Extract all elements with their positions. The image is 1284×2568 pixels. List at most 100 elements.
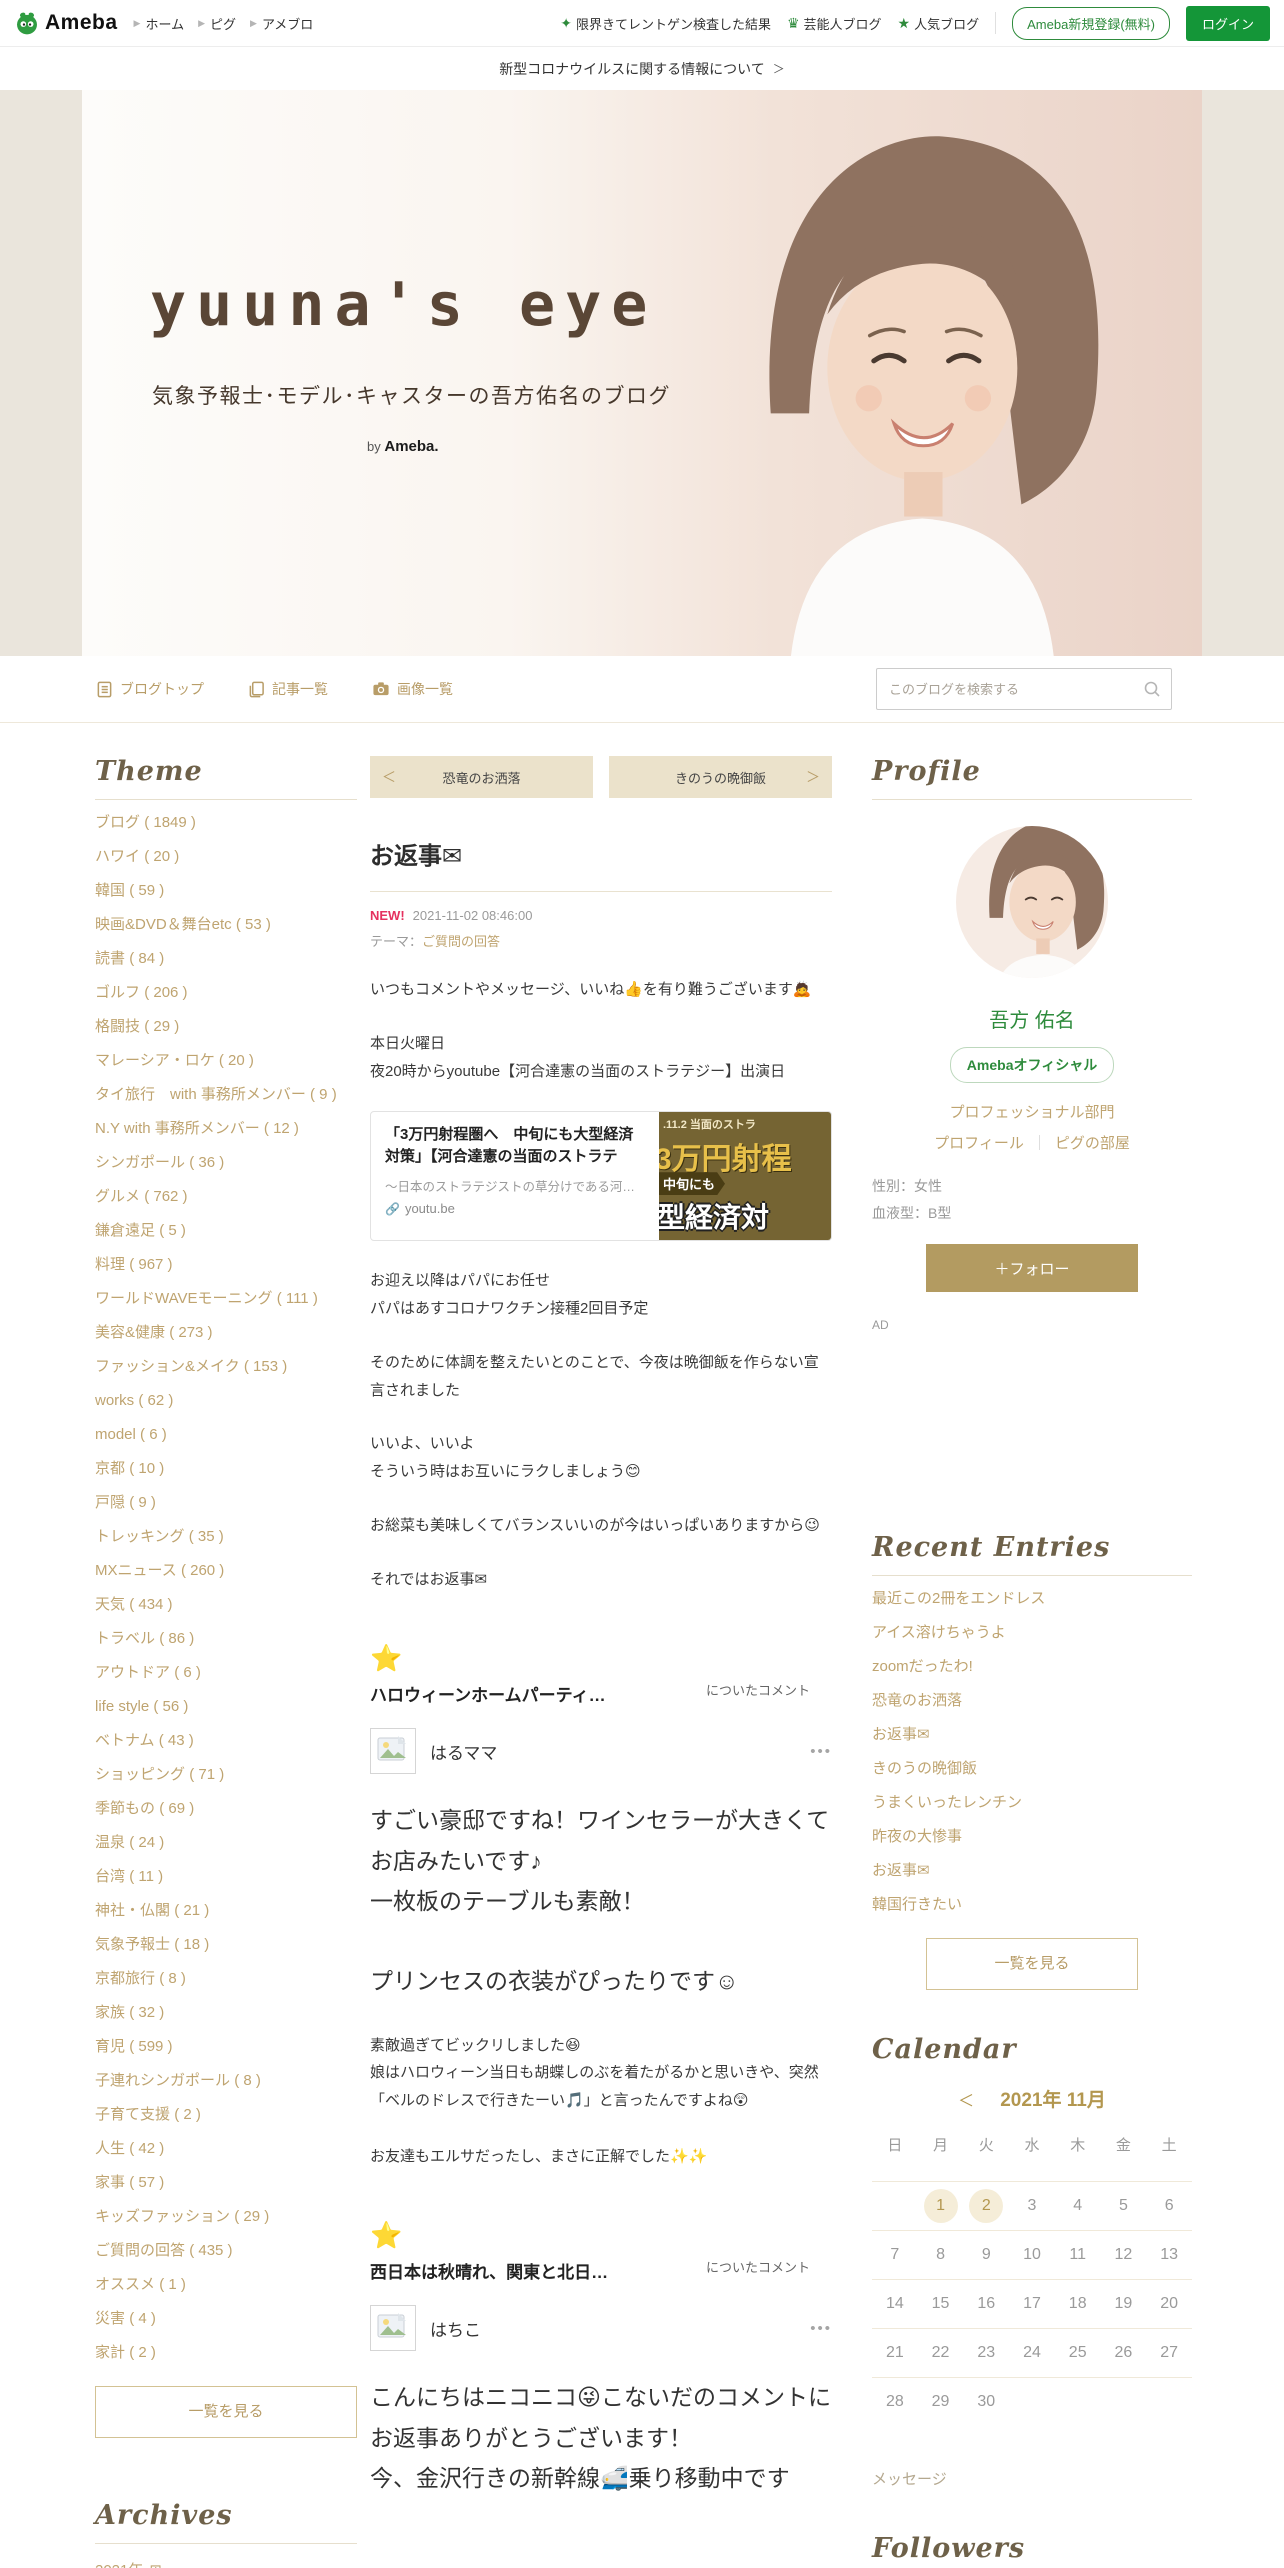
theme-link[interactable]: life style ( 56 ): [95, 1696, 357, 1718]
recent-entry-link[interactable]: 恐竜のお洒落: [872, 1690, 1192, 1712]
calendar-day[interactable]: 6: [1146, 2181, 1192, 2230]
recent-more-button[interactable]: 一覧を見る: [926, 1938, 1138, 1991]
theme-link[interactable]: N.Y with 事務所メンバー ( 12 ): [95, 1118, 357, 1140]
calendar-day[interactable]: 26: [1100, 2328, 1147, 2377]
calendar-day[interactable]: 20: [1146, 2279, 1192, 2328]
nav-image-list[interactable]: 画像一覧: [372, 679, 453, 699]
theme-link[interactable]: 家計 ( 2 ): [95, 2342, 357, 2364]
calendar-day[interactable]: 8: [917, 2230, 964, 2279]
theme-link[interactable]: ブログ ( 1849 ): [95, 812, 357, 834]
calendar-day[interactable]: [1146, 2377, 1192, 2426]
theme-link[interactable]: 鎌倉遠足 ( 5 ): [95, 1220, 357, 1242]
commented-post-link[interactable]: 西日本は秋晴れ、関東と北日…: [370, 2258, 608, 2283]
breadcrumb-item[interactable]: ▶ ホーム: [134, 14, 185, 33]
theme-link[interactable]: 家事 ( 57 ): [95, 2172, 357, 2194]
recent-entry-link[interactable]: 昨夜の大惨事: [872, 1826, 1192, 1848]
theme-link[interactable]: ハワイ ( 20 ): [95, 846, 357, 868]
theme-link[interactable]: オススメ ( 1 ): [95, 2274, 357, 2296]
calendar-day[interactable]: 27: [1146, 2328, 1192, 2377]
nav-article-list[interactable]: 記事一覧: [248, 679, 328, 699]
header-link[interactable]: ★ 人気ブログ: [898, 14, 980, 33]
commenter-avatar[interactable]: [370, 1728, 416, 1775]
profile-avatar[interactable]: [956, 826, 1108, 978]
theme-link[interactable]: 台湾 ( 11 ): [95, 1866, 357, 1888]
breadcrumb-item[interactable]: ▶ アメブロ: [250, 14, 313, 33]
calendar-day[interactable]: 14: [872, 2279, 918, 2328]
theme-link[interactable]: 季節もの ( 69 ): [95, 1798, 357, 1820]
calendar-day[interactable]: 5: [1100, 2181, 1147, 2230]
next-entry-button[interactable]: きのうの晩御飯 ＞: [609, 756, 832, 798]
commenter-name[interactable]: はちこ: [430, 2316, 481, 2341]
calendar-day[interactable]: 19: [1100, 2279, 1147, 2328]
calendar-day[interactable]: [1009, 2377, 1055, 2426]
theme-link[interactable]: 育児 ( 599 ): [95, 2036, 357, 2058]
calendar-day[interactable]: 11: [1054, 2230, 1101, 2279]
calendar-day[interactable]: 9: [963, 2230, 1010, 2279]
pigg-room-link[interactable]: ピグの部屋: [1055, 1135, 1130, 1152]
calendar-day[interactable]: 2: [963, 2181, 1010, 2230]
calendar-day[interactable]: [1100, 2377, 1147, 2426]
calendar-day[interactable]: 1: [917, 2181, 964, 2230]
search-icon[interactable]: [1143, 680, 1161, 698]
recent-entry-link[interactable]: 最近この2冊をエンドレス: [872, 1588, 1192, 1610]
calendar-day[interactable]: 28: [872, 2377, 918, 2426]
commenter-avatar[interactable]: [370, 2305, 416, 2352]
entry-theme-link[interactable]: ご質問の回答: [422, 934, 500, 949]
commented-post-link[interactable]: ハロウィーンホームパーティ…: [370, 1681, 606, 1706]
theme-link[interactable]: ゴルフ ( 206 ): [95, 982, 357, 1004]
calendar-day[interactable]: [1054, 2377, 1101, 2426]
expand-plus-icon[interactable]: ⊞: [149, 2561, 162, 2568]
login-button[interactable]: ログイン: [1185, 5, 1270, 41]
theme-link[interactable]: 子育て支援 ( 2 ): [95, 2104, 357, 2126]
calendar-day[interactable]: 25: [1054, 2328, 1101, 2377]
theme-link[interactable]: 温泉 ( 24 ): [95, 1832, 357, 1854]
theme-link[interactable]: タイ旅行 with 事務所メンバー ( 9 ): [95, 1084, 357, 1106]
theme-link[interactable]: 京都 ( 10 ): [95, 1458, 357, 1480]
recent-entry-link[interactable]: アイス溶けちゃうよ: [872, 1622, 1192, 1644]
theme-link[interactable]: model ( 6 ): [95, 1424, 357, 1446]
theme-link[interactable]: トラベル ( 86 ): [95, 1628, 357, 1650]
theme-link[interactable]: 災害 ( 4 ): [95, 2308, 357, 2330]
theme-link[interactable]: トレッキング ( 35 ): [95, 1526, 357, 1548]
header-link[interactable]: ✦ 限界きてレントゲン検査した結果: [560, 14, 771, 33]
youtube-link-card[interactable]: 「3万円射程圏へ 中旬にも大型経済対策」【河合達憲の当面のストラテジ… ～日本の…: [370, 1111, 832, 1242]
theme-link[interactable]: シンガポール ( 36 ): [95, 1152, 357, 1174]
theme-link[interactable]: 読書 ( 84 ): [95, 948, 357, 970]
calendar-day[interactable]: 24: [1009, 2328, 1055, 2377]
theme-link[interactable]: アウトドア ( 6 ): [95, 1662, 357, 1684]
recent-entry-link[interactable]: zoomだったわ!: [872, 1656, 1192, 1678]
calendar-day[interactable]: 23: [963, 2328, 1010, 2377]
recent-entry-link[interactable]: うまくいったレンチン: [872, 1792, 1192, 1814]
calendar-day[interactable]: 15: [917, 2279, 964, 2328]
calendar-day[interactable]: 13: [1146, 2230, 1192, 2279]
recent-entry-link[interactable]: お返事✉: [872, 1860, 1192, 1882]
theme-link[interactable]: ワールドWAVEモーニング ( 111 ): [95, 1288, 357, 1310]
recent-entry-link[interactable]: きのうの晩御飯: [872, 1758, 1192, 1780]
calendar-day[interactable]: 22: [917, 2328, 964, 2377]
theme-link[interactable]: 映画&DVD＆舞台etc ( 53 ): [95, 914, 357, 936]
breadcrumb-item[interactable]: ▶ ピグ: [198, 14, 236, 33]
more-menu-icon[interactable]: •••: [810, 2320, 832, 2337]
calendar-day[interactable]: 4: [1054, 2181, 1101, 2230]
theme-link[interactable]: 天気 ( 434 ): [95, 1594, 357, 1616]
theme-more-button[interactable]: 一覧を見る: [95, 2386, 357, 2438]
calendar-prev-icon[interactable]: ＜: [958, 2087, 974, 2111]
theme-link[interactable]: 京都旅行 ( 8 ): [95, 1968, 357, 1990]
calendar-day[interactable]: 29: [917, 2377, 964, 2426]
profile-detail-link[interactable]: プロフィール: [934, 1135, 1024, 1152]
nav-blog-top[interactable]: ブログトップ: [96, 679, 204, 699]
theme-link[interactable]: 子連れシンガポール ( 8 ): [95, 2070, 357, 2092]
more-menu-icon[interactable]: •••: [810, 1743, 832, 1760]
calendar-day[interactable]: 16: [963, 2279, 1010, 2328]
calendar-day[interactable]: 30: [963, 2377, 1010, 2426]
theme-link[interactable]: works ( 62 ): [95, 1390, 357, 1412]
theme-link[interactable]: グルメ ( 762 ): [95, 1186, 357, 1208]
theme-link[interactable]: MXニュース ( 260 ): [95, 1560, 357, 1582]
ameba-logo[interactable]: Ameba: [14, 10, 118, 36]
follow-button[interactable]: ＋フォロー: [926, 1244, 1138, 1293]
calendar-day[interactable]: 3: [1009, 2181, 1055, 2230]
professional-division-link[interactable]: プロフェッショナル部門: [872, 1101, 1192, 1122]
recent-entry-link[interactable]: お返事✉: [872, 1724, 1192, 1746]
recent-entry-link[interactable]: 韓国行きたい: [872, 1894, 1192, 1916]
theme-link[interactable]: 料理 ( 967 ): [95, 1254, 357, 1276]
